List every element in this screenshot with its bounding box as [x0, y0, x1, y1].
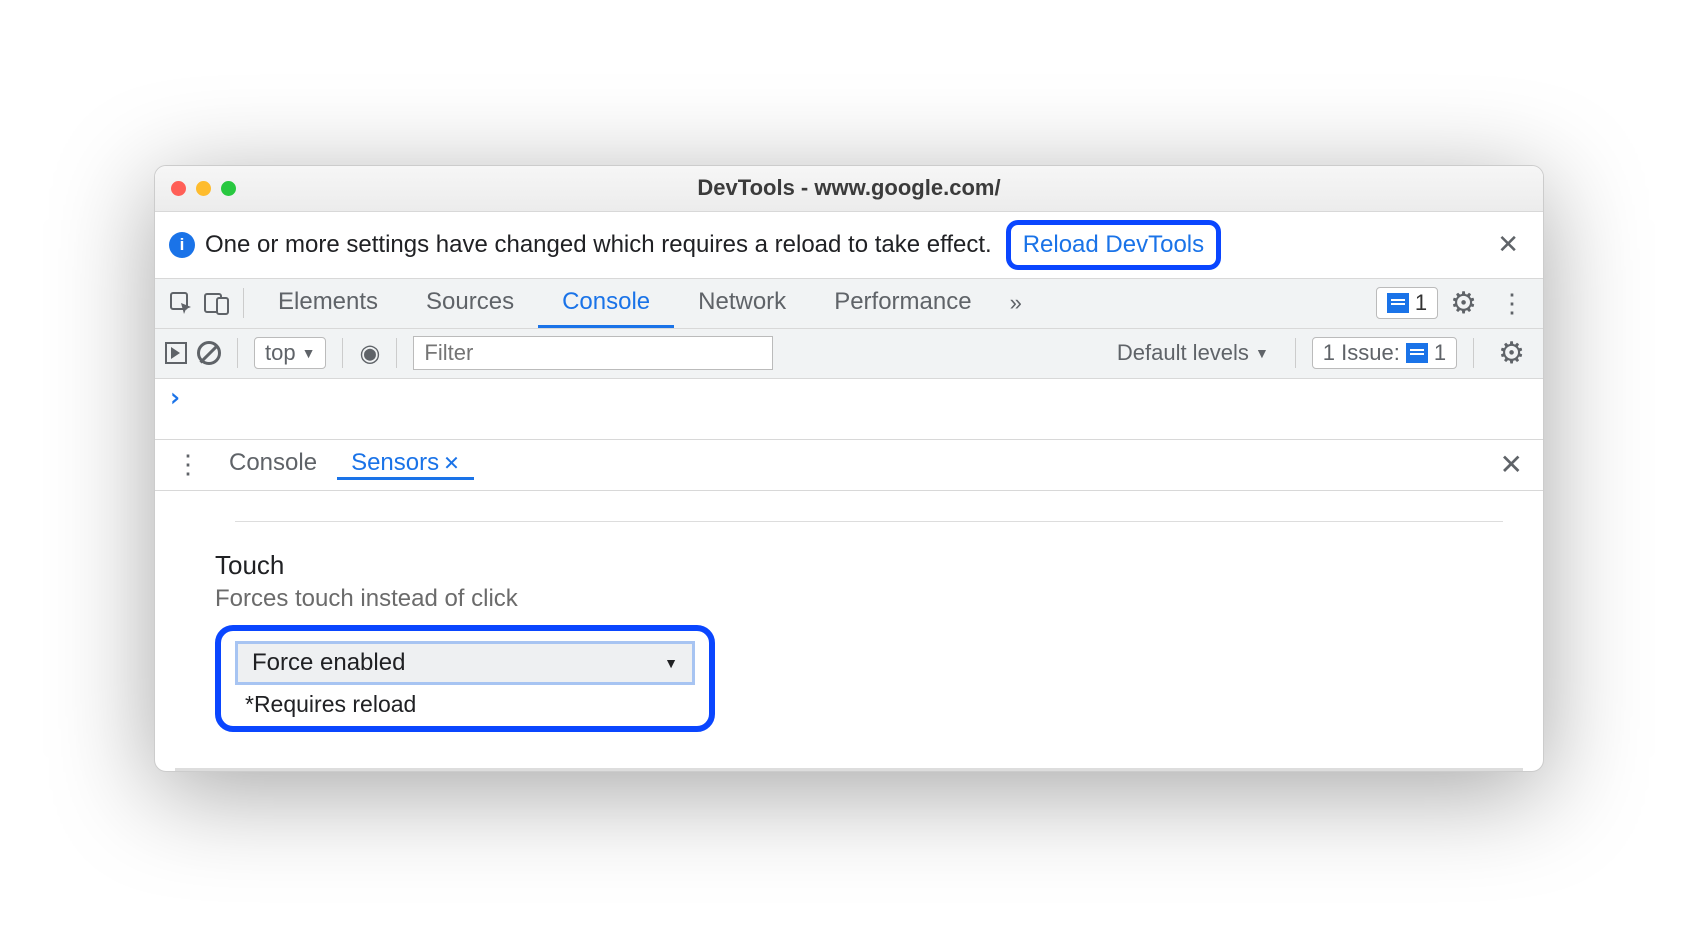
drawer-tab-console[interactable]: Console	[215, 449, 331, 480]
tab-console[interactable]: Console	[538, 279, 674, 328]
console-filterbar: top ▼ ◉ Default levels ▼ 1 Issue: 1 ⚙	[155, 329, 1543, 379]
touch-label: Touch	[215, 550, 1523, 581]
console-settings-icon[interactable]: ⚙	[1490, 336, 1533, 371]
highlight-annotation: Force enabled ▼ *Requires reload	[215, 625, 715, 732]
device-toolbar-icon[interactable]	[201, 287, 233, 319]
main-tabbar: Elements Sources Console Network Perform…	[155, 279, 1543, 329]
tab-performance[interactable]: Performance	[810, 279, 995, 328]
infobar-message: One or more settings have changed which …	[205, 231, 992, 259]
log-levels-selector[interactable]: Default levels ▼	[1107, 338, 1279, 368]
caret-down-icon: ▼	[302, 345, 316, 361]
filter-input[interactable]	[413, 336, 773, 370]
titlebar: DevTools - www.google.com/	[155, 166, 1543, 212]
close-window-button[interactable]	[171, 181, 186, 196]
info-icon: i	[169, 232, 195, 258]
messages-count: 1	[1415, 290, 1427, 316]
settings-icon[interactable]: ⚙	[1442, 286, 1485, 321]
touch-select[interactable]: Force enabled ▼	[235, 641, 695, 685]
toggle-sidebar-icon[interactable]	[165, 342, 187, 364]
live-expression-icon[interactable]: ◉	[359, 339, 380, 368]
caret-down-icon: ▼	[1255, 345, 1269, 361]
message-icon	[1387, 293, 1409, 313]
minimize-window-button[interactable]	[196, 181, 211, 196]
infobar-close-button[interactable]: ✕	[1487, 229, 1529, 260]
caret-down-icon: ▼	[664, 655, 678, 671]
window-title: DevTools - www.google.com/	[155, 175, 1543, 201]
reload-infobar: i One or more settings have changed whic…	[155, 212, 1543, 279]
message-icon	[1406, 343, 1428, 363]
inspect-element-icon[interactable]	[165, 287, 197, 319]
tab-sources[interactable]: Sources	[402, 279, 538, 328]
drawer-tabbar: ⋮ Console Sensors ✕ ✕	[155, 439, 1543, 491]
reload-devtools-button[interactable]: Reload DevTools	[1006, 220, 1221, 270]
drawer-menu-icon[interactable]: ⋮	[165, 449, 209, 480]
requires-reload-note: *Requires reload	[235, 691, 695, 718]
issues-badge[interactable]: 1 Issue: 1	[1312, 337, 1457, 369]
drawer-close-button[interactable]: ✕	[1490, 448, 1533, 481]
devtools-window: DevTools - www.google.com/ i One or more…	[154, 165, 1544, 772]
console-prompt: ›	[167, 383, 183, 413]
console-body[interactable]: ›	[155, 379, 1543, 439]
sensors-panel: Touch Forces touch instead of click Forc…	[155, 491, 1543, 748]
more-menu-icon[interactable]: ⋮	[1489, 288, 1533, 319]
more-tabs-icon[interactable]: »	[1000, 290, 1032, 316]
drawer-tab-sensors[interactable]: Sensors ✕	[337, 449, 474, 480]
messages-badge[interactable]: 1	[1376, 287, 1438, 319]
touch-description: Forces touch instead of click	[215, 585, 1523, 613]
clear-console-icon[interactable]	[197, 341, 221, 365]
tab-network[interactable]: Network	[674, 279, 810, 328]
context-selector[interactable]: top ▼	[254, 337, 326, 369]
close-tab-icon[interactable]: ✕	[443, 451, 460, 476]
fullscreen-window-button[interactable]	[221, 181, 236, 196]
tab-elements[interactable]: Elements	[254, 279, 402, 328]
